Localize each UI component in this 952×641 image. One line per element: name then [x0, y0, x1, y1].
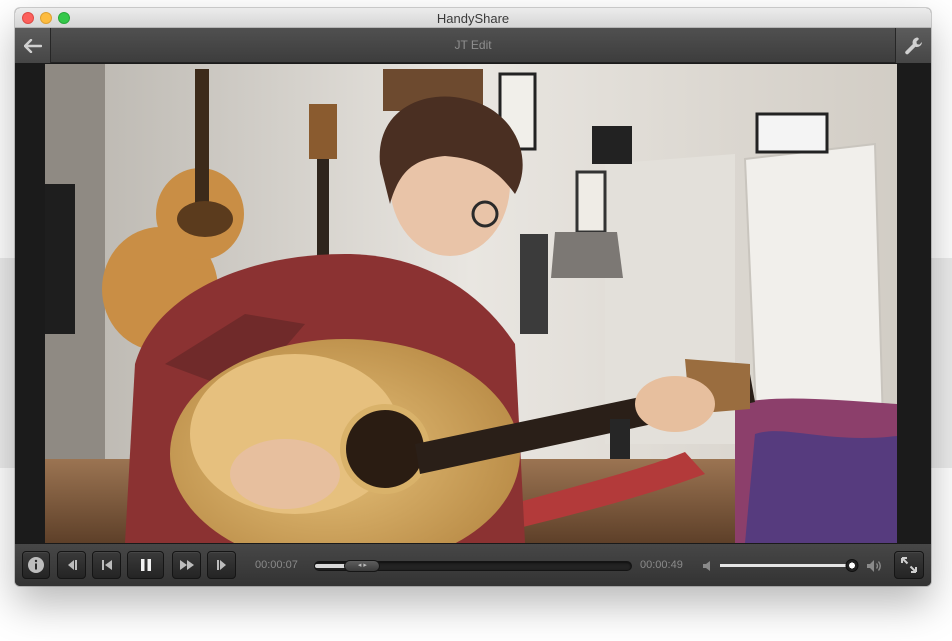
title-bar[interactable]: HandyShare [15, 8, 931, 28]
seek-handle-glyph: ◂ ▸ [357, 562, 367, 569]
app-window: HandyShare JT Edit 00:00:07 ◂ ▸ 00:00:49 [15, 8, 931, 586]
volume-level [720, 564, 853, 567]
total-time: 00:00:49 [640, 559, 683, 571]
fast-forward-icon [179, 560, 194, 570]
skip-to-start-icon [101, 560, 112, 570]
navigation-bar: JT Edit [15, 28, 931, 63]
volume-low-icon[interactable] [703, 560, 713, 572]
video-frame[interactable] [45, 64, 897, 543]
info-button[interactable] [22, 551, 50, 579]
page-title: JT Edit [454, 38, 492, 52]
step-forward-button[interactable] [207, 551, 236, 579]
wrench-icon [904, 37, 922, 54]
seek-bar[interactable]: ◂ ▸ [314, 560, 632, 572]
volume-high-icon[interactable] [867, 559, 883, 573]
step-back-icon [67, 560, 77, 570]
step-back-button[interactable] [57, 551, 86, 579]
video-scene [45, 64, 897, 543]
volume-knob[interactable] [845, 559, 859, 572]
playback-controls: 00:00:07 ◂ ▸ 00:00:49 [15, 543, 931, 586]
fullscreen-icon [901, 557, 917, 573]
seek-handle[interactable]: ◂ ▸ [344, 560, 381, 572]
info-icon [28, 557, 44, 573]
fast-forward-button[interactable] [172, 551, 201, 579]
skip-to-start-button[interactable] [92, 551, 121, 579]
current-time: 00:00:07 [255, 559, 298, 571]
settings-button[interactable] [895, 28, 931, 63]
step-forward-icon [216, 560, 226, 570]
pause-button[interactable] [127, 551, 164, 579]
volume-slider[interactable] [720, 559, 859, 572]
fullscreen-button[interactable] [894, 551, 924, 579]
window-title: HandyShare [436, 11, 510, 26]
pause-icon [140, 559, 151, 571]
